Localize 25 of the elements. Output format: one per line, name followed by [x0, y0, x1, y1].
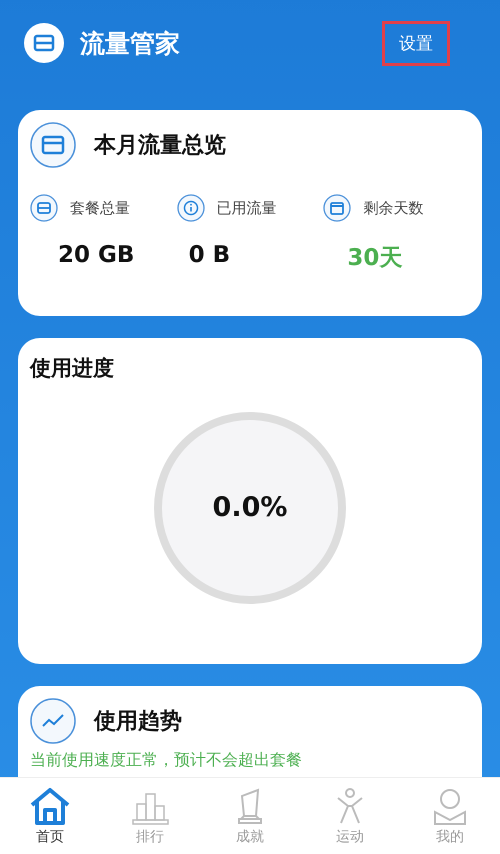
card-title: 使用进度 [30, 355, 115, 382]
info-icon [176, 194, 205, 222]
card-title: 本月流量总览 [94, 132, 226, 160]
stat-value: 20 GB [57, 242, 136, 268]
stat-value: 30天 [346, 244, 404, 273]
card-icon [30, 122, 76, 168]
trend-message: 当前使用速度正常，预计不会超出套餐 [30, 750, 303, 771]
trend-icon [30, 698, 76, 744]
stat-label: 已用流量 [216, 198, 277, 218]
stat-value: 0 B [188, 242, 232, 268]
app-title: 流量管家 [80, 28, 181, 60]
tab[interactable]: 运动 [310, 786, 390, 846]
tab[interactable]: 排行 [110, 786, 190, 846]
settings-button[interactable]: 设置 [382, 20, 450, 66]
stat-label: 套餐总量 [70, 198, 130, 218]
tab[interactable]: 成就 [210, 786, 290, 846]
tab[interactable]: 我的 [410, 786, 490, 846]
home-icon [28, 786, 72, 826]
tab[interactable]: 首页 [10, 786, 90, 846]
stat-label: 剩余天数 [363, 198, 424, 218]
card-title: 使用趋势 [94, 708, 182, 736]
card-icon [30, 194, 58, 222]
progress-percentage: 0.0% [212, 492, 288, 523]
card-icon [24, 23, 64, 63]
calendar-icon [323, 194, 352, 222]
